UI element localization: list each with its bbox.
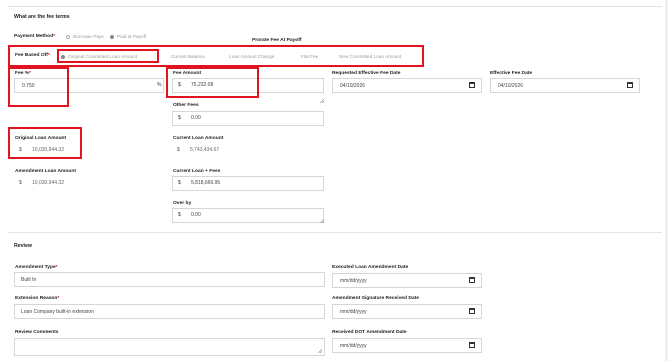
- current-loan-amount-value: 5,743,434.67: [190, 147, 220, 153]
- section-divider: [8, 232, 662, 233]
- other-fees-label: Other Fees: [173, 103, 199, 108]
- calendar-icon[interactable]: [469, 342, 475, 348]
- date-placeholder: mm/dd/yyyy: [340, 278, 367, 284]
- amendment-loan-amount-value-row: $ 10,030,944.32: [14, 177, 164, 191]
- current-loan-fees-value: 5,818,666.95: [191, 180, 221, 186]
- resize-grip-icon[interactable]: [320, 219, 324, 223]
- review-comments-label: Review Comments: [15, 330, 59, 335]
- radio-icon: [110, 34, 114, 39]
- current-loan-fees-input[interactable]: $ 5,818,666.95: [172, 176, 324, 191]
- requested-effective-fee-date-input[interactable]: 04/10/2026: [332, 78, 482, 93]
- current-loan-amount-label: Current Loan Amount: [173, 136, 224, 141]
- radio-borrower-pays[interactable]: Borrower Pays: [66, 34, 104, 39]
- received-dot-amendment-date-input[interactable]: mm/dd/yyyy: [332, 338, 482, 353]
- currency-symbol: $: [19, 180, 22, 186]
- prorate-fee-title: Prorate Fee At Payoff: [252, 38, 302, 43]
- current-loan-fees-label: Current Loan + Fees: [173, 169, 221, 174]
- amendment-signature-received-date-label: Amendment Signature Received Date: [332, 296, 419, 301]
- currency-symbol: $: [178, 180, 181, 186]
- current-loan-amount-value-row: $ 5,743,434.67: [172, 144, 324, 158]
- other-fees-input[interactable]: $ 0.00: [172, 111, 324, 126]
- date-value: 04/10/2026: [498, 83, 524, 89]
- review-comments-textarea[interactable]: [14, 338, 325, 356]
- currency-symbol: $: [177, 147, 180, 153]
- highlight-fee-amount: [166, 67, 259, 98]
- over-by-value: 0.00: [191, 212, 201, 218]
- amendment-type-label: Amendment Type*: [15, 265, 58, 270]
- date-value: 04/10/2026: [340, 83, 366, 89]
- executed-loan-amendment-date-label: Executed Loan Amendment Date: [332, 265, 409, 270]
- over-by-input[interactable]: $ 0.00: [172, 208, 324, 223]
- date-placeholder: mm/dd/yyyy: [340, 309, 367, 315]
- currency-symbol: $: [178, 115, 181, 121]
- extension-reason-label: Extension Reason*: [15, 296, 60, 301]
- calendar-icon[interactable]: [469, 308, 475, 314]
- amendment-type-value: Built In: [21, 277, 37, 283]
- section-title-fee-terms: What are the fee terms: [14, 14, 70, 20]
- over-by-label: Over by: [173, 201, 192, 206]
- amendment-signature-received-date-input[interactable]: mm/dd/yyyy: [332, 304, 482, 319]
- resize-grip-icon[interactable]: [320, 99, 324, 103]
- top-divider: [8, 6, 662, 7]
- payment-method-label: Payment Method*: [14, 34, 56, 39]
- requested-effective-fee-date-label: Requested Effective Fee Date: [332, 71, 401, 76]
- radio-icon: [66, 34, 70, 39]
- extension-reason-input[interactable]: Loan Company built-in extension: [14, 304, 325, 319]
- highlight-selected-option: [57, 49, 159, 63]
- calendar-icon[interactable]: [469, 277, 475, 283]
- amendment-loan-amount-label: Amendment Loan Amount: [15, 169, 76, 174]
- received-dot-amendment-date-label: Received DOT Amendment Date: [332, 330, 407, 335]
- calendar-icon[interactable]: [627, 82, 633, 88]
- other-fees-value: 0.00: [191, 115, 201, 121]
- amendment-type-select[interactable]: Built In: [14, 272, 325, 287]
- effective-fee-date-label: Effective Fee Date: [490, 71, 533, 76]
- highlight-fee-pct: [8, 67, 69, 107]
- percent-suffix: %: [157, 82, 162, 88]
- executed-loan-amendment-date-input[interactable]: mm/dd/yyyy: [332, 273, 482, 288]
- radio-paid-at-payoff[interactable]: Paid at Payoff: [110, 34, 146, 39]
- extension-reason-placeholder: Loan Company built-in extension: [21, 309, 94, 315]
- section-title-review: Review: [14, 243, 32, 249]
- highlight-original-loan-amount: [8, 127, 82, 159]
- calendar-icon[interactable]: [469, 82, 475, 88]
- currency-symbol: $: [178, 212, 181, 218]
- scrollbar-track[interactable]: [665, 0, 668, 361]
- fee-terms-form: What are the fee terms Payment Method* B…: [0, 0, 670, 361]
- amendment-loan-amount-value: 10,030,944.32: [32, 180, 64, 186]
- effective-fee-date-input[interactable]: 04/10/2026: [490, 78, 640, 93]
- date-placeholder: mm/dd/yyyy: [340, 343, 367, 349]
- resize-grip-icon[interactable]: [318, 349, 322, 353]
